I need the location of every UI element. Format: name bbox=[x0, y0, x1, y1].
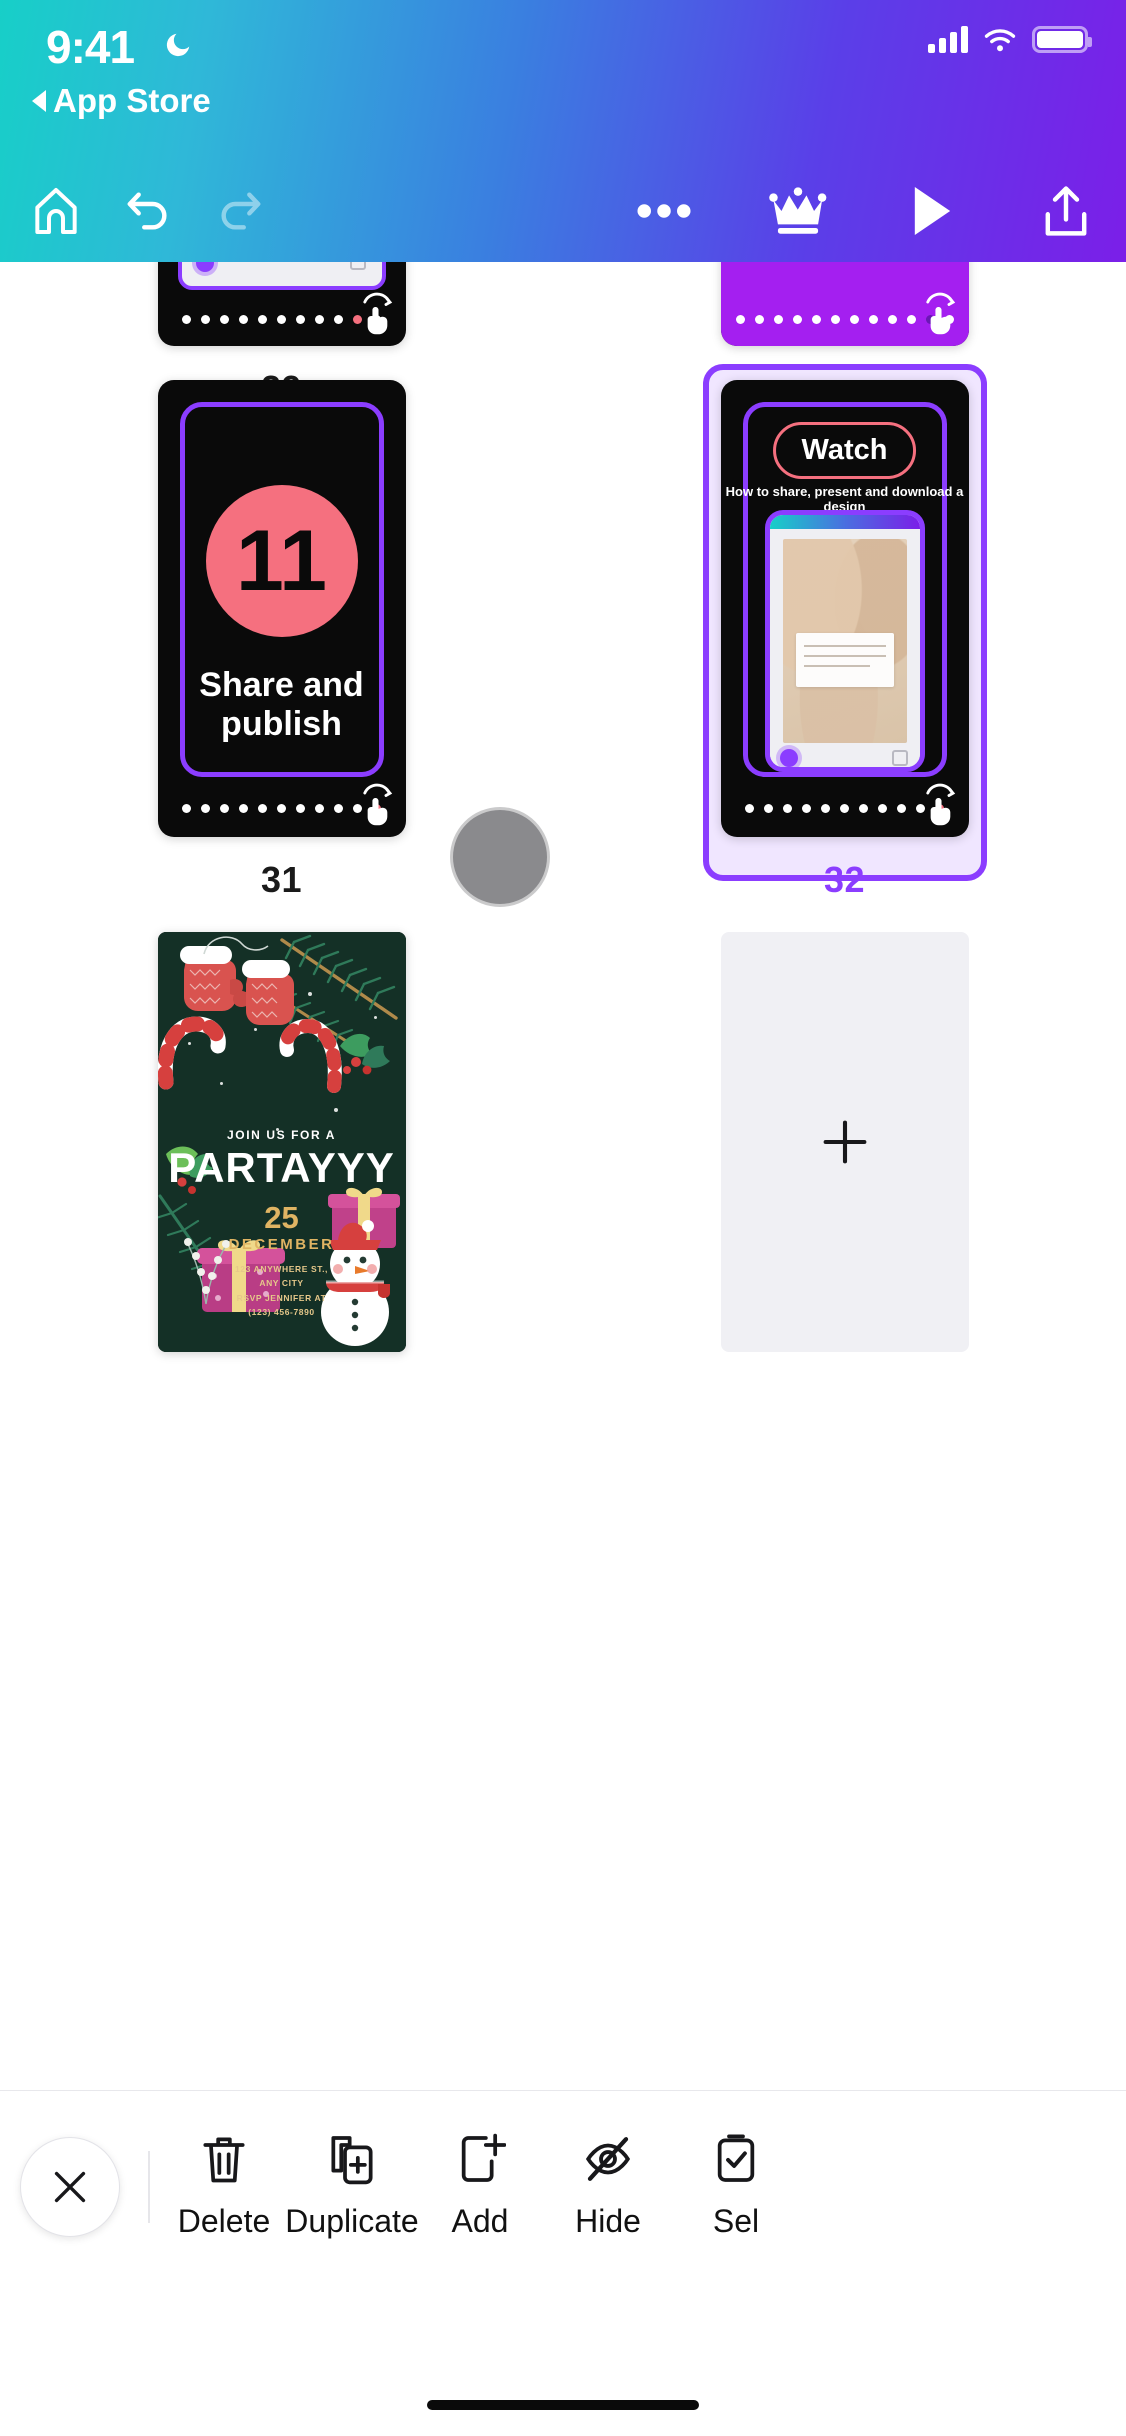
bottom-bar-divider bbox=[148, 2151, 150, 2223]
add-page-icon bbox=[461, 2133, 506, 2182]
status-indicators bbox=[928, 25, 1092, 53]
cellular-signal-icon bbox=[928, 25, 968, 53]
close-button[interactable] bbox=[20, 2137, 120, 2237]
back-arrow-icon bbox=[32, 90, 46, 112]
duplicate-action[interactable]: Duplicate bbox=[285, 2131, 419, 2240]
christmas-invite-art: JOIN US FOR A PARTAYYY 25 DECEMBER 123 A… bbox=[157, 932, 406, 1352]
invite-details: 123 ANYWHERE ST., ANY CITY RSVP JENNIFER… bbox=[158, 1262, 406, 1320]
page-drag-handle[interactable] bbox=[450, 807, 550, 907]
page-thumb-wrap[interactable]: Make sure you select 'Replace current pa… bbox=[720, 262, 969, 346]
home-button[interactable] bbox=[10, 165, 102, 257]
undo-button[interactable] bbox=[102, 165, 194, 257]
page-cell-33[interactable]: JOIN US FOR A PARTAYYY 25 DECEMBER 123 A… bbox=[0, 932, 563, 1352]
design-text-card bbox=[795, 633, 894, 688]
invite-day: 25 bbox=[264, 1200, 299, 1235]
page-thumb-wrap[interactable]: Watch How to share, present and download… bbox=[702, 364, 987, 881]
status-bar: 9:41 App Store bbox=[0, 0, 1126, 160]
watch-pill[interactable]: Watch bbox=[772, 422, 917, 479]
tap-hand-icon bbox=[362, 292, 392, 335]
bottom-actions: Delete Duplicate Add Hide Sel bbox=[160, 2131, 1126, 2240]
present-play-button[interactable] bbox=[886, 165, 978, 257]
close-icon bbox=[54, 2171, 86, 2203]
share-export-button[interactable] bbox=[1020, 165, 1112, 257]
chapter-number-badge: 11 bbox=[205, 485, 358, 637]
duplicate-icon bbox=[331, 2136, 373, 2185]
more-options-button[interactable] bbox=[618, 165, 710, 257]
page-thumbnail[interactable] bbox=[157, 262, 406, 346]
redo-button[interactable] bbox=[194, 165, 286, 257]
page-thumbnail[interactable]: Watch How to share, present and download… bbox=[720, 380, 969, 837]
play-icon bbox=[914, 186, 951, 236]
inner-phone-mockup bbox=[764, 510, 925, 772]
delete-action[interactable]: Delete bbox=[160, 2131, 288, 2240]
hide-action[interactable]: Hide bbox=[544, 2131, 672, 2240]
share-icon bbox=[1045, 186, 1087, 236]
wifi-icon bbox=[984, 28, 1016, 51]
page-cell-add[interactable] bbox=[563, 932, 1126, 1352]
candy-cane-icon bbox=[278, 1018, 342, 1093]
page-thumbnail[interactable]: JOIN US FOR A PARTAYYY 25 DECEMBER 123 A… bbox=[157, 932, 406, 1352]
page-row-2: 11 Share and publish 31 Watch How to sha… bbox=[0, 364, 1126, 901]
invite-month: DECEMBER bbox=[228, 1236, 335, 1253]
redo-icon bbox=[221, 192, 261, 230]
page-thumbnail[interactable]: 11 Share and publish bbox=[157, 380, 406, 837]
trash-icon bbox=[203, 2137, 245, 2183]
app-header: 9:41 App Store bbox=[0, 0, 1126, 262]
mockup-purple-dot bbox=[195, 262, 214, 272]
plus-icon bbox=[823, 1120, 866, 1164]
status-time: 9:41 bbox=[46, 21, 135, 73]
crown-icon bbox=[769, 187, 827, 234]
add-label: Add bbox=[451, 2203, 509, 2239]
inner-phone-topbar bbox=[769, 515, 920, 529]
candy-cane-icon bbox=[157, 1016, 226, 1090]
undo-icon bbox=[127, 192, 167, 230]
home-indicator[interactable] bbox=[427, 2400, 699, 2410]
add-action[interactable]: Add bbox=[416, 2131, 544, 2240]
string-icon bbox=[202, 936, 268, 955]
page-row-3: JOIN US FOR A PARTAYYY 25 DECEMBER 123 A… bbox=[0, 932, 1126, 1352]
inner-phone-body bbox=[769, 529, 920, 767]
page-grid[interactable]: 29 Make sure you select 'Replace current… bbox=[0, 262, 1126, 2090]
tap-hand-icon bbox=[362, 783, 392, 826]
back-label: App Store bbox=[53, 82, 211, 119]
invite-address-line-2: ANY CITY bbox=[259, 1278, 304, 1289]
select-checkbox-icon bbox=[717, 2134, 755, 2182]
invite-rsvp-line-2: (123) 456-7890 bbox=[248, 1307, 315, 1318]
tap-hand-icon bbox=[925, 783, 955, 826]
page-thumbnail[interactable]: Make sure you select 'Replace current pa… bbox=[720, 262, 969, 346]
page-number: 31 bbox=[260, 859, 303, 900]
select-label: Sel bbox=[712, 2203, 760, 2239]
select-action[interactable]: Sel bbox=[672, 2131, 800, 2240]
tap-hand-icon bbox=[925, 292, 955, 335]
chapter-caption-line-1: Share and bbox=[199, 666, 364, 704]
moon-icon bbox=[166, 33, 190, 57]
invite-headline: PARTAYYY bbox=[168, 1144, 395, 1191]
mockup-square-icon bbox=[349, 262, 366, 270]
back-to-app-store-link[interactable]: App Store bbox=[32, 82, 211, 120]
page-cell-32[interactable]: Watch How to share, present and download… bbox=[563, 364, 1126, 901]
invite-rsvp-line-1: RSVP JENNIFER AT bbox=[236, 1292, 327, 1303]
pro-crown-button[interactable] bbox=[752, 165, 844, 257]
hide-label: Hide bbox=[575, 2203, 641, 2239]
inner-square-icon bbox=[891, 750, 908, 766]
invite-address-line-1: 123 ANYWHERE ST., bbox=[234, 1264, 329, 1274]
top-toolbar bbox=[0, 160, 1126, 262]
bottom-action-bar: Delete Duplicate Add Hide Sel bbox=[0, 2090, 1126, 2436]
page-thumb-wrap[interactable]: 11 Share and publish bbox=[157, 380, 406, 837]
battery-icon bbox=[1032, 26, 1092, 53]
chapter-caption-line-2: publish bbox=[221, 705, 342, 744]
chapter-caption: Share and publish bbox=[158, 666, 406, 745]
duplicate-label: Duplicate bbox=[285, 2203, 419, 2239]
add-page-card[interactable] bbox=[720, 932, 969, 1352]
eye-slash-icon bbox=[585, 2137, 631, 2181]
more-icon bbox=[637, 204, 691, 218]
phone-mockup-art bbox=[177, 262, 386, 290]
home-icon bbox=[35, 188, 77, 234]
page-thumb-wrap[interactable]: JOIN US FOR A PARTAYYY 25 DECEMBER 123 A… bbox=[157, 932, 406, 1352]
page-thumb-wrap[interactable] bbox=[157, 262, 406, 346]
delete-label: Delete bbox=[177, 2203, 271, 2239]
page-number: 32 bbox=[823, 859, 866, 900]
invite-join-line: JOIN US FOR A bbox=[226, 1128, 337, 1142]
inner-purple-dot bbox=[779, 749, 798, 767]
